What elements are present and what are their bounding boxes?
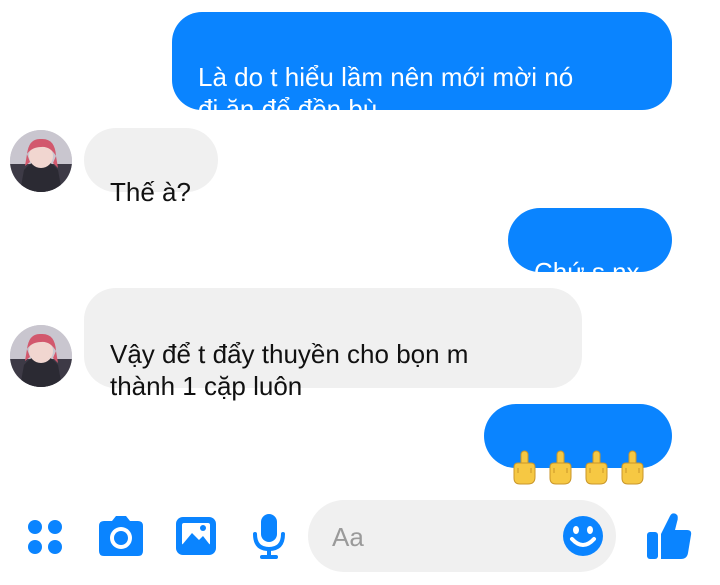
outgoing-message[interactable]: Chứ s nx xyxy=(508,208,672,287)
middle-finger-emoji xyxy=(621,450,644,485)
menu-dots-icon[interactable] xyxy=(26,518,64,556)
message-text: Là do t hiểu lầm nên mới mời nó đi ăn để… xyxy=(198,62,574,124)
message-composer[interactable] xyxy=(308,500,616,572)
message-input[interactable] xyxy=(330,518,544,556)
outgoing-message[interactable]: Là do t hiểu lầm nên mới mời nó đi ăn để… xyxy=(172,12,672,124)
contact-avatar[interactable] xyxy=(10,325,72,387)
camera-icon[interactable] xyxy=(98,515,144,557)
outgoing-emoji-message[interactable] xyxy=(484,404,672,485)
middle-finger-emoji xyxy=(549,450,572,485)
incoming-message[interactable]: Vậy để t đẩy thuyền cho bọn m thành 1 cặ… xyxy=(84,288,582,401)
thumbs-up-icon[interactable] xyxy=(646,512,692,560)
contact-avatar[interactable] xyxy=(10,130,72,192)
avatar-image xyxy=(10,325,72,387)
incoming-message[interactable]: Thế à? xyxy=(84,128,218,207)
image-icon[interactable] xyxy=(175,516,217,556)
middle-finger-emoji xyxy=(585,450,608,485)
smiley-icon[interactable] xyxy=(562,515,604,557)
message-text: Vậy để t đẩy thuyền cho bọn m thành 1 cặ… xyxy=(110,339,469,401)
middle-finger-emoji xyxy=(513,450,536,485)
avatar-image xyxy=(10,130,72,192)
microphone-icon[interactable] xyxy=(251,513,287,559)
message-text: Thế à? xyxy=(110,177,191,207)
message-text: Chứ s nx xyxy=(534,257,640,287)
